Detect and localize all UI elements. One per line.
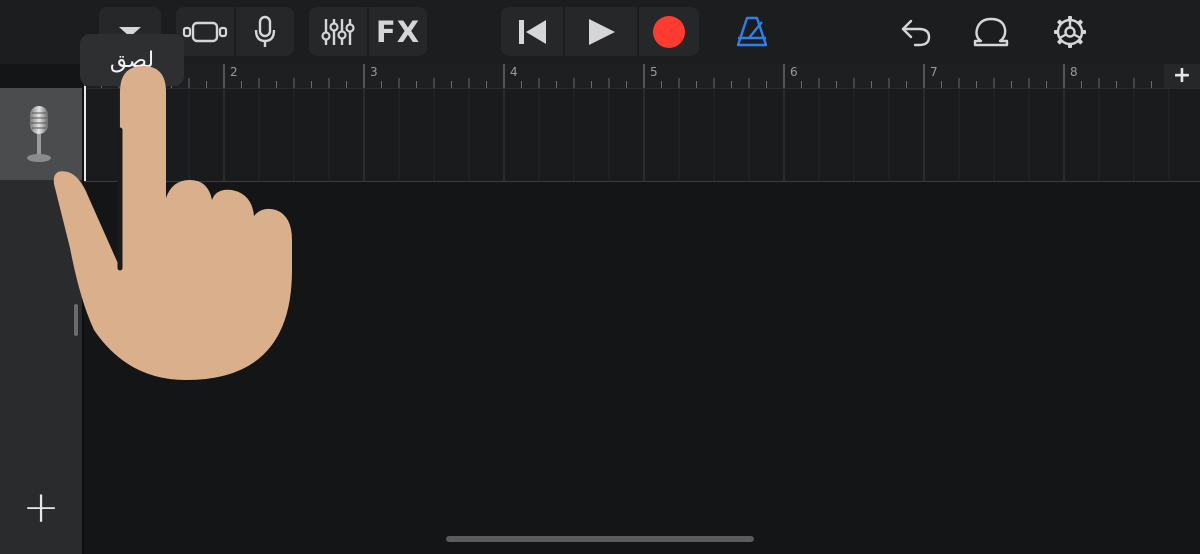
bar-number: 3	[370, 65, 378, 79]
settings-icon	[1054, 15, 1086, 48]
undo-button[interactable]	[887, 7, 945, 56]
bar-number: 5	[650, 65, 658, 79]
play-icon	[589, 18, 615, 45]
fx-button[interactable]: FX	[367, 7, 427, 56]
microphone-icon	[254, 15, 276, 47]
ruler-ticks	[84, 64, 1152, 88]
bar-ruler[interactable]: 2 3 4 5 6 7 8 +	[84, 64, 1200, 89]
rewind-icon	[519, 19, 546, 44]
metronome-button[interactable]	[723, 7, 781, 56]
metronome-icon	[736, 16, 768, 46]
browser-icon	[182, 21, 228, 42]
track-grid	[84, 89, 1170, 181]
play-button[interactable]	[563, 7, 637, 56]
plus-icon: +	[1172, 63, 1192, 88]
bar-number: 8	[1070, 65, 1078, 79]
bar-number: 6	[790, 65, 798, 79]
fx-label: FX	[375, 14, 421, 49]
record-icon	[653, 15, 685, 48]
settings-button[interactable]	[1041, 7, 1099, 56]
undo-icon	[901, 19, 931, 46]
paste-label: لصق	[109, 47, 155, 73]
microphone-icon	[27, 106, 51, 162]
rewind-button[interactable]	[501, 7, 563, 56]
bar-number: 2	[230, 65, 238, 79]
bar-number: 7	[930, 65, 938, 79]
transport-group	[501, 7, 699, 56]
plus-icon: +	[22, 482, 60, 533]
add-track-button[interactable]: +	[18, 482, 64, 533]
loop-browser-button[interactable]	[962, 7, 1020, 56]
microphone-button[interactable]	[234, 7, 294, 56]
home-indicator[interactable]	[446, 536, 754, 542]
browser-button[interactable]	[176, 7, 234, 56]
track-lane[interactable]	[84, 89, 1200, 182]
add-section-button[interactable]: +	[1164, 64, 1200, 88]
record-button[interactable]	[637, 7, 699, 56]
empty-tracks-area[interactable]	[84, 182, 1200, 554]
mixer-button[interactable]	[309, 7, 367, 56]
mix-controls-group: FX	[309, 7, 427, 56]
playhead[interactable]	[84, 86, 86, 181]
view-controls-group	[176, 7, 294, 56]
track-headers-column: +	[0, 88, 84, 554]
track-scroll-indicator[interactable]	[74, 304, 78, 336]
mixer-icon	[321, 18, 355, 45]
paste-popup[interactable]: لصق	[80, 34, 184, 86]
loop-icon	[973, 17, 1009, 46]
track-header[interactable]	[0, 88, 82, 180]
bar-number: 4	[510, 65, 518, 79]
